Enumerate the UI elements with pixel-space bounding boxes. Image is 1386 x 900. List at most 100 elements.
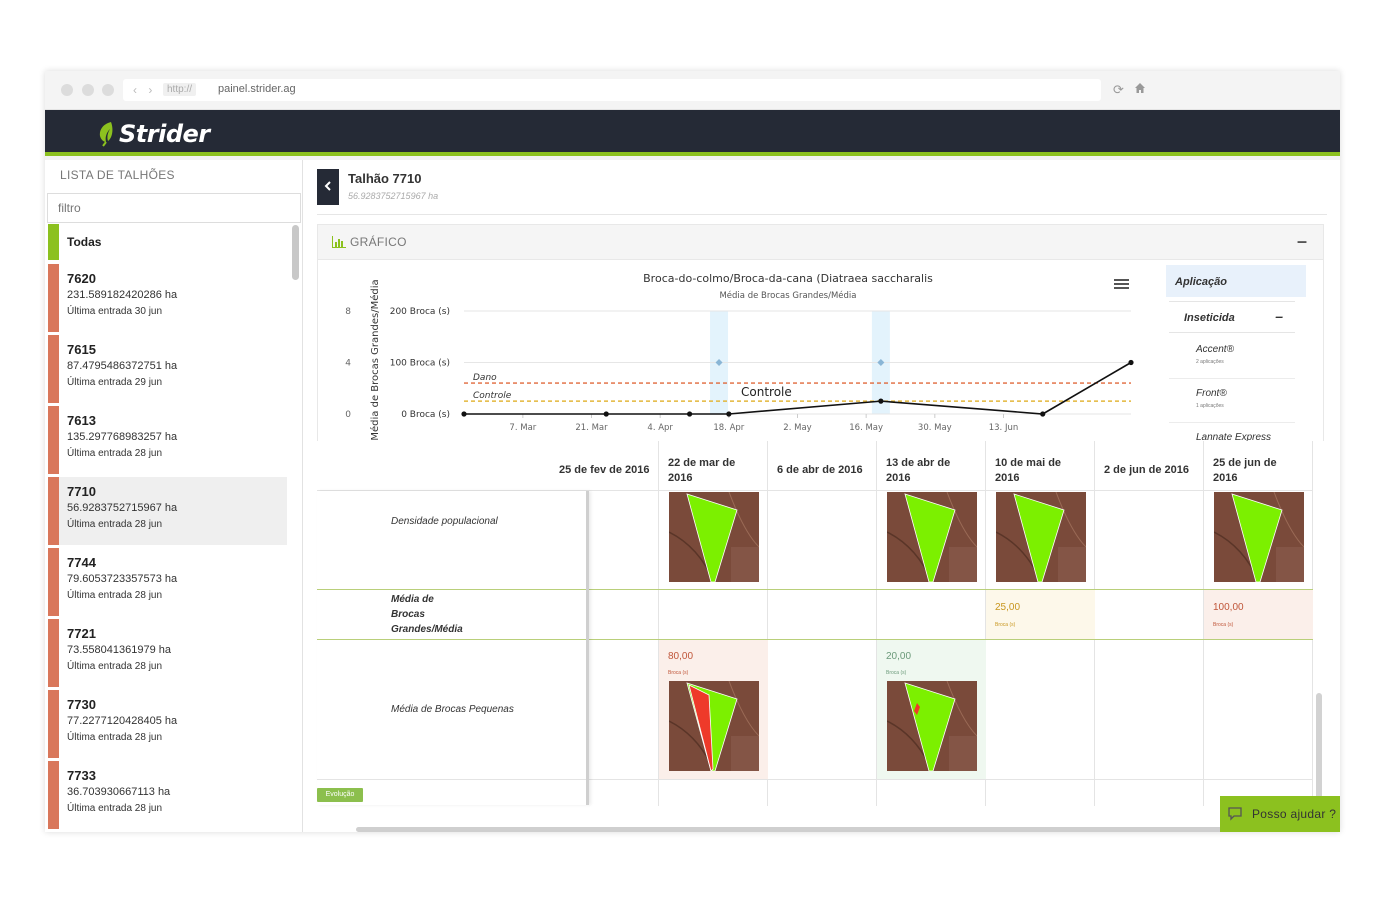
back-button[interactable] (317, 169, 339, 205)
plot-area: 36.703930667113 ha (67, 786, 171, 798)
status-bar (48, 690, 59, 758)
field-map-thumbnail[interactable] (996, 492, 1086, 582)
cell-value: 20,00 (886, 651, 912, 662)
chart-panel-header[interactable]: GRÁFICO – (317, 224, 1324, 260)
sidebar-item-7615[interactable]: 7615 87.4795486372751 ha Última entrada 29… (48, 335, 287, 403)
chevron-left-icon (324, 181, 331, 191)
cell-value: 100,00 (1213, 602, 1244, 613)
filter-input[interactable] (47, 193, 301, 223)
address-bar[interactable]: ‹ › http:// painel.strider.ag (123, 79, 1101, 101)
sidebar-item-7721[interactable]: 7721 73.558041361979 ha Última entrada 28 … (48, 619, 287, 687)
sidebar-item-7733[interactable]: 7733 36.703930667113 ha Última entrada 28 … (48, 761, 287, 829)
application-product[interactable]: Accent® 2 aplicações (1169, 335, 1295, 379)
field-map-thumbnail[interactable] (887, 681, 977, 771)
plot-name: 7620 (67, 271, 96, 286)
value-cell[interactable]: 25,00 Broca (s) (986, 590, 1095, 639)
row-label-pequenas: Média de Brocas Pequenas (391, 703, 514, 715)
left-tick-label: 0 (345, 410, 351, 420)
maximize-dot-icon[interactable] (102, 84, 114, 96)
plot-last-entry: Última entrada 28 jun (67, 448, 163, 459)
leaf-icon (99, 122, 113, 147)
product-name: Accent® (1196, 344, 1234, 355)
app-header: Strider (45, 110, 1340, 156)
minimize-dot-icon[interactable] (82, 84, 94, 96)
sidebar-item-7744[interactable]: 7744 79.6053723357573 ha Última entrada 28… (48, 548, 287, 616)
main-content: Talhão 7710 56.9283752715967 ha GRÁFICO … (303, 160, 1340, 832)
status-bar (48, 335, 59, 403)
application-product[interactable]: Front® 1 aplicações (1169, 379, 1295, 423)
plot-area: 87.4795486372751 ha (67, 360, 178, 372)
sidebar-item-7730[interactable]: 7730 77.2277120428405 ha Última entrada 28… (48, 690, 287, 758)
reload-icon[interactable]: ⟳ (1113, 82, 1124, 98)
product-name: Lannate Express (1196, 432, 1272, 441)
data-point (1128, 359, 1134, 366)
chart-title: Broca-do-colmo/Broca-da-cana (Diatraea s… (643, 272, 933, 285)
chart-container: 7. Mar 21. Mar 4. Apr 18. Apr 2. May 16. May 3… (317, 260, 1324, 441)
plot-area: 135.297768983257 ha (67, 431, 178, 443)
date-column-header[interactable]: 10 de mai de 2016 (986, 441, 1095, 491)
vertical-scrollbar[interactable] (1316, 693, 1322, 803)
left-tick-label: 8 (345, 307, 351, 317)
application-panel-title: Aplicação (1166, 265, 1306, 297)
application-product[interactable]: Lannate Express (1169, 423, 1295, 441)
application-category[interactable]: Inseticida – (1169, 301, 1295, 333)
broca-chart[interactable]: 7. Mar 21. Mar 4. Apr 18. Apr 2. May 16. May 3… (318, 260, 1163, 441)
sidebar-scrollbar[interactable] (292, 225, 299, 280)
status-bar (48, 224, 59, 260)
page-title: Talhão 7710 (348, 171, 422, 186)
value-cell[interactable]: 100,00 Broca (s) (1204, 590, 1313, 639)
strider-logo[interactable]: Strider (97, 120, 210, 148)
sidebar-item-all[interactable]: Todas (48, 224, 287, 260)
plot-name: 7730 (67, 697, 96, 712)
back-forward-icon[interactable]: ‹ › (133, 83, 156, 97)
row-label-grandes: Média de Brocas Grandes/Média (391, 593, 463, 635)
evolution-button[interactable]: Evolução (317, 788, 363, 802)
date-column-header[interactable]: 22 de mar de 2016 (659, 441, 768, 491)
sidebar-item-7613[interactable]: 7613 135.297768983257 ha Última entrada 28… (48, 406, 287, 474)
plot-area: 231.589182420286 ha (67, 289, 178, 301)
category-toggle[interactable]: – (1275, 308, 1283, 324)
x-tick-label: 21. Mar (575, 423, 608, 433)
plot-area: 79.6053723357573 ha (67, 573, 178, 585)
grid-corner (317, 441, 550, 491)
plot-last-entry: Última entrada 30 jun (67, 306, 163, 317)
status-bar (48, 264, 59, 332)
horizontal-scrollbar[interactable] (356, 827, 1256, 832)
hamburger-menu-icon[interactable] (1114, 279, 1129, 289)
sidebar-item-label: Todas (67, 235, 102, 249)
date-column-header[interactable]: 25 de jun de 2016 (1204, 441, 1313, 491)
grid-column (1095, 491, 1204, 806)
plot-area: 77.2277120428405 ha (67, 715, 178, 727)
home-icon[interactable] (1134, 82, 1146, 97)
date-column-header[interactable]: 2 de jun de 2016 (1095, 441, 1204, 491)
product-count: 2 aplicações (1196, 359, 1224, 365)
collapse-panel-button[interactable]: – (1297, 231, 1307, 252)
field-map-thumbnail[interactable] (887, 492, 977, 582)
x-tick-label: 13. Jun (989, 423, 1019, 433)
cell-value: 25,00 (995, 602, 1021, 613)
sidebar-item-7710[interactable]: 7710 56.9283752715967 ha Última entrada 28… (48, 477, 287, 545)
series-line (464, 361, 1132, 415)
x-tick-label: 30. May (918, 423, 952, 433)
chart-panel-title: GRÁFICO (350, 235, 407, 249)
bar-chart-icon (332, 236, 346, 248)
sidebar-item-7620[interactable]: 7620 231.589182420286 ha Última entrada 30… (48, 264, 287, 332)
field-map-thumbnail[interactable] (669, 681, 759, 771)
x-tick-label: 2. May (783, 423, 811, 433)
x-tick-label: 4. Apr (647, 423, 673, 433)
date-column-header[interactable]: 6 de abr de 2016 (768, 441, 877, 491)
grid-row-labels: Densidade populacional Média de Brocas G… (317, 491, 589, 805)
grid-column (768, 491, 877, 806)
date-column-header[interactable]: 13 de abr de 2016 (877, 441, 986, 491)
category-label: Inseticida (1184, 312, 1235, 324)
data-point (878, 398, 884, 404)
field-map-thumbnail[interactable] (1214, 492, 1304, 582)
close-dot-icon[interactable] (61, 84, 73, 96)
product-name: Front® (1196, 388, 1227, 399)
url-text[interactable]: painel.strider.ag (218, 83, 296, 95)
help-chat-button[interactable]: Posso ajudar ? (1220, 796, 1340, 832)
row-label-densidade: Densidade populacional (391, 515, 498, 527)
field-map-thumbnail[interactable] (669, 492, 759, 582)
hamburger-bar (1114, 283, 1129, 285)
date-column-header[interactable]: 25 de fev de 2016 (550, 441, 659, 491)
